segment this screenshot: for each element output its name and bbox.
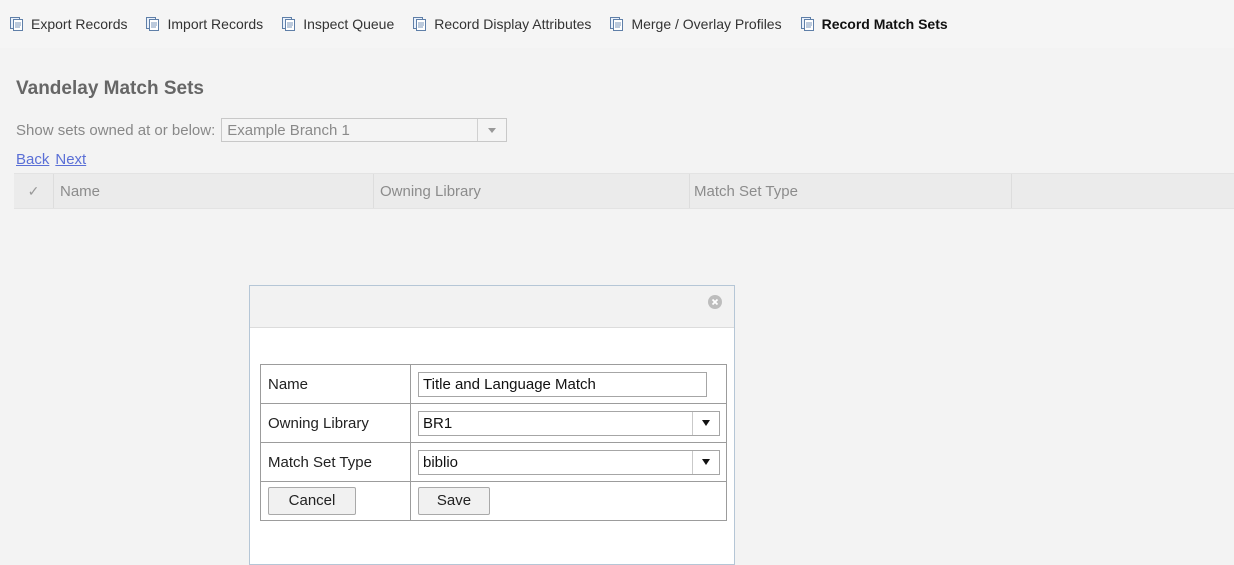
owning-library-arrow[interactable] bbox=[692, 411, 719, 435]
column-header-name[interactable]: Name bbox=[54, 174, 374, 208]
match-set-form: Name Owning Library BR1 Match Set Type b… bbox=[260, 364, 727, 521]
toolbar-item-record-match-sets[interactable]: Record Match Sets bbox=[800, 16, 948, 32]
select-all-checkbox[interactable]: ✓ bbox=[14, 174, 54, 208]
match-set-type-label: Match Set Type bbox=[260, 442, 411, 482]
document-icon bbox=[10, 17, 23, 31]
grid-header: ✓ Name Owning Library Match Set Type bbox=[14, 173, 1234, 209]
form-row-actions: Cancel Save bbox=[260, 481, 727, 521]
chevron-down-icon bbox=[702, 420, 710, 426]
owner-library-value: Example Branch 1 bbox=[227, 121, 350, 139]
back-link[interactable]: Back bbox=[16, 151, 49, 168]
document-icon bbox=[146, 17, 160, 31]
toolbar-item-label: Import Records bbox=[167, 16, 264, 32]
save-button[interactable]: Save bbox=[418, 487, 490, 515]
toolbar-item-label: Record Display Attributes bbox=[434, 16, 592, 32]
toolbar-item-import-records[interactable]: Import Records bbox=[146, 16, 263, 32]
checkmark-icon: ✓ bbox=[27, 182, 40, 199]
match-set-type-select[interactable]: biblio bbox=[418, 449, 720, 475]
toolbar-item-inspect-queue[interactable]: Inspect Queue bbox=[282, 16, 394, 32]
document-icon bbox=[610, 17, 624, 31]
column-header-match-set-type[interactable]: Match Set Type bbox=[690, 174, 1012, 208]
match-set-type-value: biblio bbox=[423, 453, 459, 471]
column-header-owning-library[interactable]: Owning Library bbox=[374, 174, 690, 208]
dialog-titlebar bbox=[250, 286, 734, 328]
chevron-down-icon bbox=[488, 127, 497, 133]
name-label: Name bbox=[260, 364, 411, 404]
match-set-type-cell: biblio bbox=[410, 442, 727, 482]
form-row-owning-library: Owning Library BR1 bbox=[260, 403, 727, 443]
owner-filter-label: Show sets owned at or below: bbox=[16, 121, 216, 139]
toolbar-item-merge-overlay-profiles[interactable]: Merge / Overlay Profiles bbox=[610, 16, 782, 32]
toolbar-item-label: Merge / Overlay Profiles bbox=[631, 16, 782, 32]
document-icon bbox=[800, 17, 814, 31]
form-row-name: Name bbox=[260, 364, 727, 404]
save-cell: Save bbox=[410, 481, 727, 521]
close-icon[interactable] bbox=[708, 295, 722, 309]
form-row-match-set-type: Match Set Type biblio bbox=[260, 442, 727, 482]
top-toolbar-bar: Export Records Import Records Inspect Qu… bbox=[0, 0, 1234, 48]
document-icon bbox=[413, 17, 427, 31]
match-set-dialog: Name Owning Library BR1 Match Set Type b… bbox=[249, 285, 735, 565]
name-cell bbox=[410, 364, 727, 404]
toolbar-item-label: Record Match Sets bbox=[821, 16, 948, 32]
owning-library-label: Owning Library bbox=[260, 403, 411, 443]
owning-library-cell: BR1 bbox=[410, 403, 727, 443]
pager-links: Back Next bbox=[16, 151, 92, 168]
next-link[interactable]: Next bbox=[55, 151, 86, 168]
toolbar-item-record-display-attributes[interactable]: Record Display Attributes bbox=[413, 16, 591, 32]
owning-library-value: BR1 bbox=[423, 414, 453, 432]
toolbar-item-label: Export Records bbox=[31, 16, 128, 32]
chevron-down-icon bbox=[702, 459, 710, 465]
cancel-cell: Cancel bbox=[260, 481, 411, 521]
toolbar: Export Records Import Records Inspect Qu… bbox=[10, 14, 967, 34]
owning-library-select[interactable]: BR1 bbox=[418, 410, 720, 436]
toolbar-item-label: Inspect Queue bbox=[303, 16, 395, 32]
cancel-button[interactable]: Cancel bbox=[268, 487, 356, 515]
toolbar-item-export-records[interactable]: Export Records bbox=[10, 16, 127, 32]
name-input[interactable] bbox=[418, 371, 707, 397]
owner-filter-row: Show sets owned at or below: Example Bra… bbox=[16, 117, 508, 143]
match-set-type-arrow[interactable] bbox=[692, 450, 719, 474]
document-icon bbox=[282, 17, 296, 31]
owner-library-select[interactable]: Example Branch 1 bbox=[221, 118, 508, 142]
page-title: Vandelay Match Sets bbox=[16, 78, 204, 99]
owner-select-arrow[interactable] bbox=[477, 119, 506, 141]
